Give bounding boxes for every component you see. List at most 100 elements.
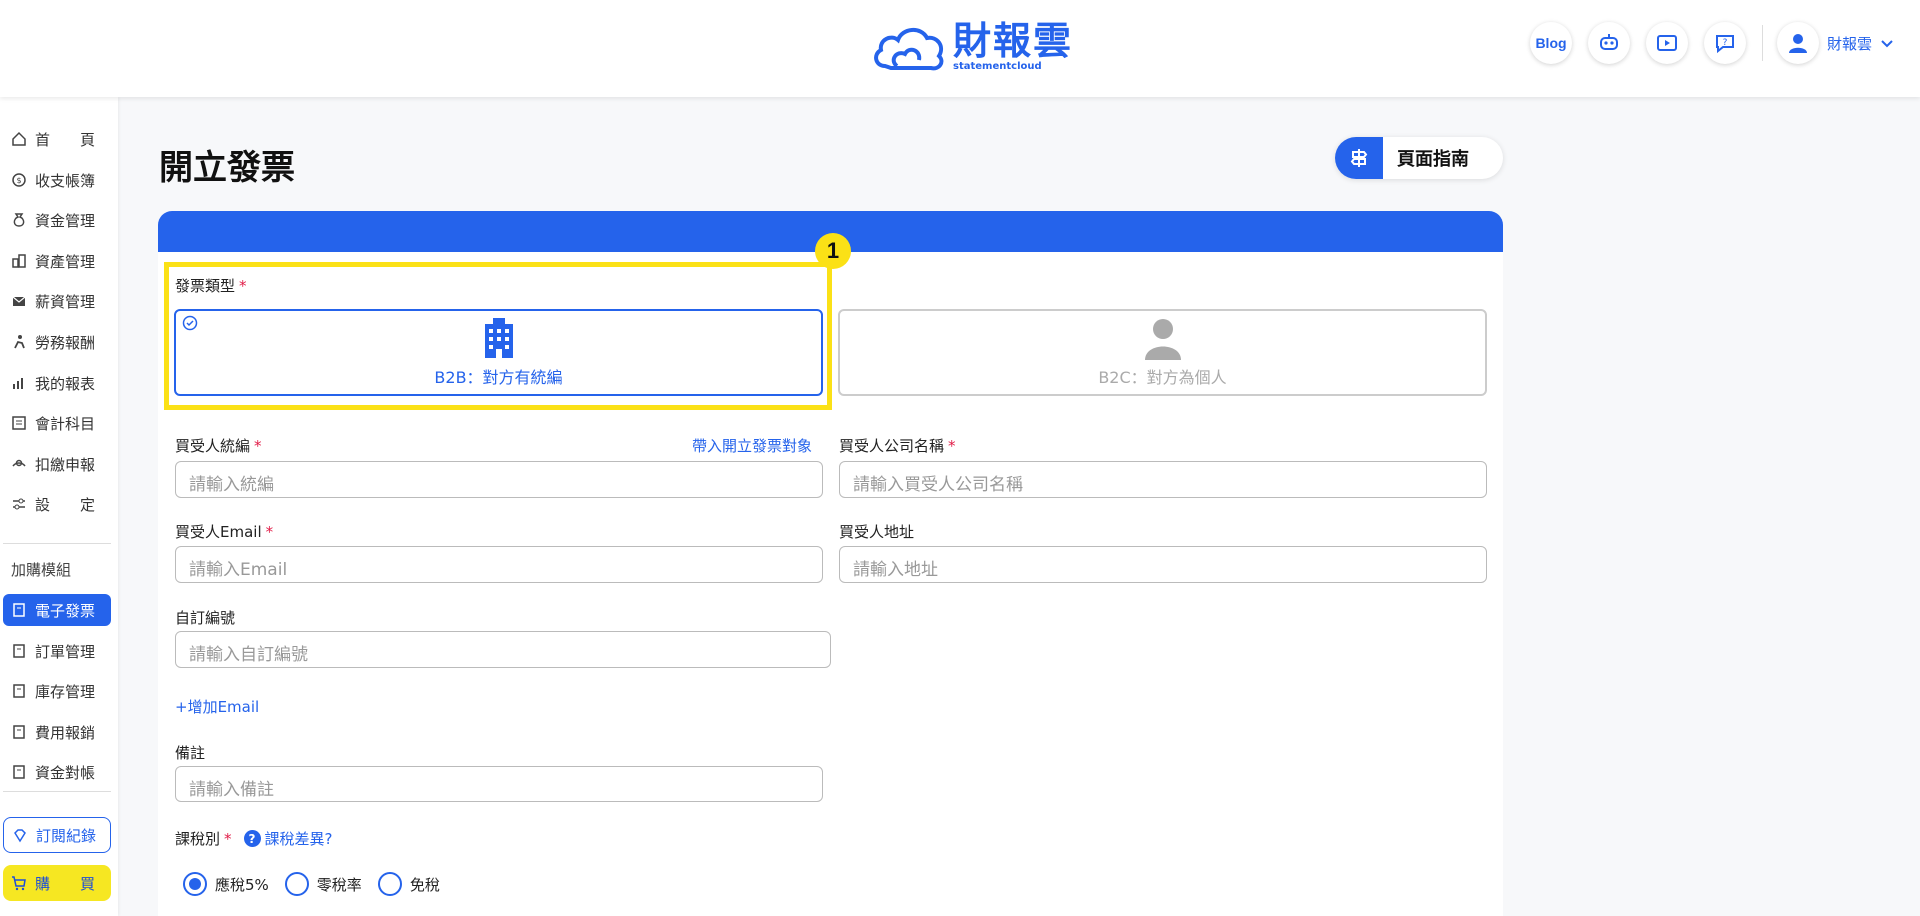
subscription-record-button[interactable]: 訂閱紀錄	[3, 817, 111, 853]
ledger-icon	[11, 415, 27, 431]
sidebar-item-expenses[interactable]: 費用報銷	[3, 716, 111, 748]
step-highlight-box	[164, 262, 832, 410]
cart-icon	[11, 875, 27, 891]
sidebar-item-settings[interactable]: 設 定	[3, 488, 111, 520]
sidebar-item-labor-pay[interactable]: 勞務報酬	[3, 326, 111, 358]
buyer-email-input[interactable]: 請輸入Email	[175, 546, 823, 583]
buyer-company-label: 買受人公司名稱 *	[839, 437, 956, 455]
person-icon	[1144, 319, 1181, 360]
header-divider	[1762, 25, 1763, 61]
page-guide-button[interactable]: 頁面指南	[1335, 137, 1503, 179]
remark-label: 備註	[175, 744, 206, 762]
sidebar-item-label: 庫存管理	[35, 682, 96, 701]
help-chat-button[interactable]: ?	[1704, 22, 1746, 64]
sidebar-divider	[3, 543, 111, 544]
sidebar: 首 頁 $ 收支帳簿 資金管理 資產管理 薪資管理 勞務報酬 我的報表 會計科目…	[0, 97, 118, 916]
sidebar-item-label: 扣繳申報	[35, 455, 96, 474]
addon-group-label: 加購模組	[11, 561, 72, 579]
sidebar-item-reconciliation[interactable]: 資金對帳	[3, 756, 111, 788]
buyer-email-label: 買受人Email *	[175, 523, 274, 541]
buildings-icon	[11, 253, 27, 269]
buyer-address-input[interactable]: 請輸入地址	[839, 546, 1487, 583]
subscription-record-label: 訂閱紀錄	[36, 826, 97, 845]
sidebar-item-label: 資金對帳	[35, 763, 96, 782]
sidebar-item-home[interactable]: 首 頁	[3, 123, 111, 155]
b2c-label: B2C：對方為個人	[1098, 368, 1227, 387]
settings-icon	[11, 496, 27, 512]
sidebar-item-e-invoice[interactable]: 電子發票	[3, 594, 111, 626]
signpost-icon	[1335, 137, 1383, 179]
add-email-link[interactable]: +增加Email	[175, 696, 259, 717]
tax-option-exempt[interactable]: 免稅	[377, 872, 440, 896]
buyer-tax-id-label-text: 買受人統編	[175, 437, 251, 455]
buyer-address-label: 買受人地址	[839, 523, 915, 541]
coin-icon: $	[11, 172, 27, 188]
page-guide-label: 頁面指南	[1397, 149, 1469, 170]
user-menu[interactable]: 財報雲	[1777, 22, 1896, 64]
money-bag-icon	[11, 212, 27, 228]
sidebar-item-funds[interactable]: 資金管理	[3, 204, 111, 236]
sidebar-item-label: 會計科目	[35, 414, 96, 433]
tax-type-label: 課稅別	[175, 830, 221, 848]
buyer-company-input[interactable]: 請輸入買受人公司名稱	[839, 461, 1487, 498]
sidebar-item-label: 勞務報酬	[35, 333, 96, 352]
b2c-option[interactable]: B2C：對方為個人	[838, 309, 1487, 396]
tax-option-label: 免稅	[409, 875, 440, 894]
sidebar-item-label: 設 定	[35, 495, 96, 514]
blog-button[interactable]: Blog	[1530, 22, 1572, 64]
user-name: 財報雲	[1827, 34, 1873, 53]
custom-number-input[interactable]: 請輸入自訂編號	[175, 631, 831, 668]
custom-number-label: 自訂編號	[175, 609, 236, 627]
sidebar-item-ledger[interactable]: $ 收支帳簿	[3, 164, 111, 196]
sidebar-item-label: 首 頁	[35, 130, 96, 149]
logo-title: 財報雲	[953, 19, 1074, 63]
ai-robot-button[interactable]	[1588, 22, 1630, 64]
tax-option-taxable[interactable]: 應稅5%	[183, 872, 269, 896]
user-icon	[1789, 34, 1807, 53]
buyer-email-label-text: 買受人Email	[175, 523, 262, 541]
sidebar-divider	[3, 791, 111, 792]
question-icon[interactable]: ?	[243, 830, 261, 847]
tax-type-radio-group: 應稅5% 零稅率 免稅	[183, 872, 456, 896]
radio-taxable[interactable]	[183, 872, 207, 896]
buyer-company-label-text: 買受人公司名稱	[839, 437, 945, 455]
logo[interactable]: 財報雲 statementcloud	[871, 20, 1073, 74]
buyer-tax-id-input[interactable]: 請輸入統編	[175, 461, 823, 498]
sidebar-item-label: 資產管理	[35, 252, 96, 271]
sidebar-item-label: 收支帳簿	[35, 171, 96, 190]
sidebar-item-label: 薪資管理	[35, 292, 96, 311]
tax-difference-link[interactable]: 課稅差異?	[265, 828, 333, 849]
tax-option-label: 應稅5%	[215, 875, 269, 894]
sidebar-item-reports[interactable]: 我的報表	[3, 367, 111, 399]
help-chat-icon: ?	[1716, 35, 1734, 54]
home-icon	[11, 131, 27, 147]
sidebar-item-inventory[interactable]: 庫存管理	[3, 675, 111, 707]
receipt-icon	[11, 764, 27, 780]
remark-textarea[interactable]: 請輸入備註	[175, 766, 823, 802]
avatar	[1777, 22, 1819, 64]
buy-button[interactable]: 購 買	[3, 865, 111, 901]
sidebar-item-label: 費用報銷	[35, 723, 96, 742]
video-book-icon	[1657, 35, 1677, 51]
sidebar-item-label: 訂單管理	[35, 642, 96, 661]
radio-zero-rate[interactable]	[284, 872, 309, 896]
sidebar-item-orders[interactable]: 訂單管理	[3, 635, 111, 667]
sidebar-item-payroll[interactable]: 薪資管理	[3, 285, 111, 317]
sidebar-item-accounts[interactable]: 會計科目	[3, 407, 111, 439]
envelope-icon	[11, 293, 27, 309]
tax-type-row: 課稅別 * ? 課稅差異?	[175, 828, 333, 849]
tax-option-label: 零稅率	[316, 875, 362, 894]
diamond-icon	[12, 827, 28, 843]
svg-text:$: $	[16, 176, 21, 185]
sidebar-item-assets[interactable]: 資產管理	[3, 245, 111, 277]
chevron-down-icon	[1881, 40, 1893, 48]
top-right-actions: Blog ? 財報雲	[1530, 22, 1896, 64]
tax-option-zero-rate[interactable]: 零稅率	[284, 872, 362, 896]
video-tutorial-button[interactable]	[1646, 22, 1688, 64]
logo-subtitle: statementcloud	[953, 61, 1042, 72]
sidebar-item-withholding[interactable]: 扣繳申報	[3, 448, 111, 480]
page-title: 開立發票	[159, 148, 295, 188]
radio-exempt[interactable]	[377, 872, 402, 896]
bring-invoice-target-link[interactable]: 帶入開立發票對象	[692, 435, 812, 456]
buyer-tax-id-label: 買受人統編 *	[175, 437, 262, 455]
